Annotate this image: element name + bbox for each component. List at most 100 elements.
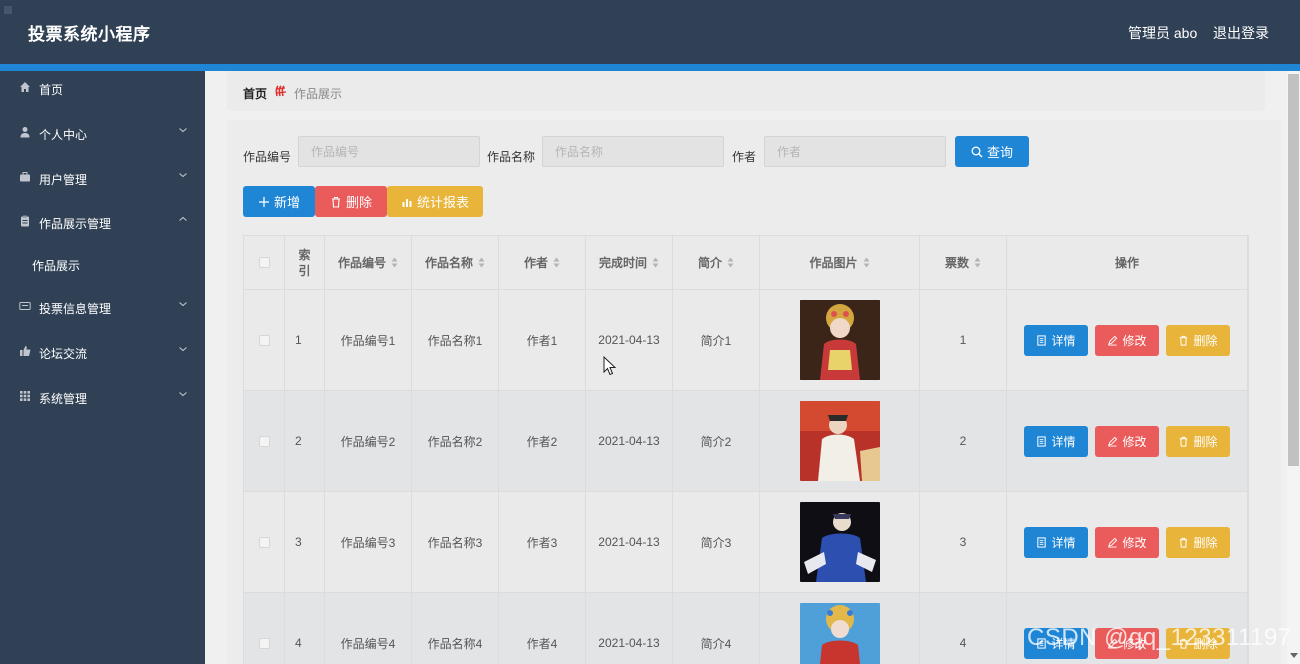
query-button-label: 查询 [986,145,1013,160]
header-code-label: 作品编号 [337,256,386,270]
cell-code: 作品编号1 [325,290,412,390]
document-icon [1037,435,1047,447]
edit-icon [1108,537,1118,548]
edit-button[interactable]: 修改 [1095,324,1159,356]
header-author-label: 作者 [523,256,548,270]
sort-icon [478,257,485,268]
header-intro-label: 简介 [697,256,722,270]
query-button[interactable]: 查询 [955,136,1029,167]
header-date[interactable]: 完成时间 [586,236,673,289]
row-select-cell [244,290,285,390]
sidebar-item-works-display[interactable]: 作品展示 [0,247,205,283]
sidebar: 首页 个人中心 用户管理 作品展示管理 作品展示 投票信息管理 论坛交流 系统管… [0,71,205,664]
sidebar-item-label: 用户管理 [39,173,88,187]
delete-button[interactable]: 删除 [1166,425,1230,457]
sidebar-item-label: 首页 [39,83,64,97]
home-icon [20,82,30,92]
opera-performer-image[interactable] [799,401,880,481]
opera-performer-image[interactable] [799,300,880,380]
edit-button[interactable]: 修改 [1095,425,1159,457]
code-label: 作品编号 [243,150,292,164]
table-row: 3 作品编号3 作品名称3 作者3 2021-04-13 简介3 3 详情 修改 [244,491,1248,592]
header-name-label: 作品名称 [424,256,473,270]
cell-intro: 简介1 [673,290,760,390]
sort-icon [974,257,981,268]
row-checkbox[interactable] [258,435,270,447]
edit-button-label: 修改 [1122,434,1147,449]
header-name[interactable]: 作品名称 [412,236,499,289]
sort-icon [863,257,869,268]
header-votes[interactable]: 票数 [920,236,1007,289]
sidebar-item-works-management[interactable]: 作品展示管理 [0,205,205,241]
cell-votes: 4 [920,593,1007,664]
watermark: CSDN @qq_123311197 [1027,624,1292,651]
row-checkbox[interactable] [258,637,270,649]
header-index: 索引 [285,236,325,289]
breadcrumb-home[interactable]: 首页 [243,85,267,102]
opera-performer-image[interactable] [799,502,880,582]
trash-icon [331,196,340,208]
header-intro[interactable]: 简介 [673,236,760,289]
cell-date: 2021-04-13 [586,391,673,491]
sidebar-item-home[interactable]: 首页 [0,71,205,107]
cell-date: 2021-04-13 [586,492,673,592]
plus-icon [258,196,269,207]
detail-button-label: 详情 [1051,535,1076,550]
user-icon [20,127,30,138]
sidebar-item-forum[interactable]: 论坛交流 [0,335,205,371]
trash-icon [1180,537,1188,548]
edit-button-label: 修改 [1122,535,1147,550]
cell-votes: 2 [920,391,1007,491]
row-checkbox[interactable] [258,334,270,346]
table-row: 2 作品编号2 作品名称2 作者2 2021-04-13 简介2 2 详情 修改 [244,390,1248,491]
add-button[interactable]: 新增 [243,186,315,217]
header-code[interactable]: 作品编号 [325,236,412,289]
author-label: 作者 [732,150,757,164]
logout-link[interactable]: 退出登录 [1213,23,1269,43]
sidebar-item-system-management[interactable]: 系统管理 [0,380,205,416]
trash-icon [1180,335,1188,346]
edit-icon [1108,436,1118,447]
top-bar: 投票系统小程序 管理员 abo 退出登录 [0,0,1300,71]
ticket-icon [19,302,31,310]
briefcase-icon [20,172,30,182]
code-search-input[interactable] [298,136,480,167]
batch-delete-button[interactable]: 删除 [315,186,387,217]
scroll-down-arrow-icon[interactable] [1290,653,1298,658]
scrollbar-thumb[interactable] [1288,74,1299,466]
sidebar-item-user-management[interactable]: 用户管理 [0,161,205,197]
table-header: 索引 作品编号 作品名称 作者 完成时间 简介 作品图片 票数 操作 [244,236,1248,289]
vertical-scrollbar[interactable] [1287,71,1300,664]
detail-button[interactable]: 详情 [1024,425,1088,457]
sidebar-item-vote-management[interactable]: 投票信息管理 [0,290,205,326]
header-author[interactable]: 作者 [499,236,586,289]
author-search-input[interactable] [764,136,946,167]
cell-image [760,391,920,491]
opera-performer-image[interactable] [799,603,880,664]
row-checkbox[interactable] [258,536,270,548]
delete-button[interactable]: 删除 [1166,526,1230,558]
sort-icon [727,257,734,268]
header-image-label: 作品图片 [809,256,858,270]
sidebar-item-label: 个人中心 [39,128,88,142]
sidebar-item-label: 论坛交流 [39,347,88,361]
add-button-label: 新增 [273,195,300,210]
delete-button[interactable]: 删除 [1166,324,1230,356]
delete-button-label: 删除 [1193,333,1218,348]
breadcrumb: 首页 作品展示 [227,71,1265,111]
admin-username: 管理员 abo [1128,25,1198,41]
report-button[interactable]: 统计报表 [387,186,483,217]
cell-intro: 简介4 [673,593,760,664]
header-operations-label: 操作 [1114,256,1139,270]
header-image[interactable]: 作品图片 [760,236,920,289]
select-all-checkbox[interactable] [258,257,270,268]
sidebar-item-personal-center[interactable]: 个人中心 [0,116,205,152]
detail-button[interactable]: 详情 [1024,526,1088,558]
chevron-down-icon [179,173,187,178]
name-search-input[interactable] [542,136,724,167]
cell-name: 作品名称4 [412,593,499,664]
edit-button[interactable]: 修改 [1095,526,1159,558]
clipboard-icon [21,215,29,227]
detail-button[interactable]: 详情 [1024,324,1088,356]
sidebar-item-label: 作品展示管理 [39,217,112,231]
